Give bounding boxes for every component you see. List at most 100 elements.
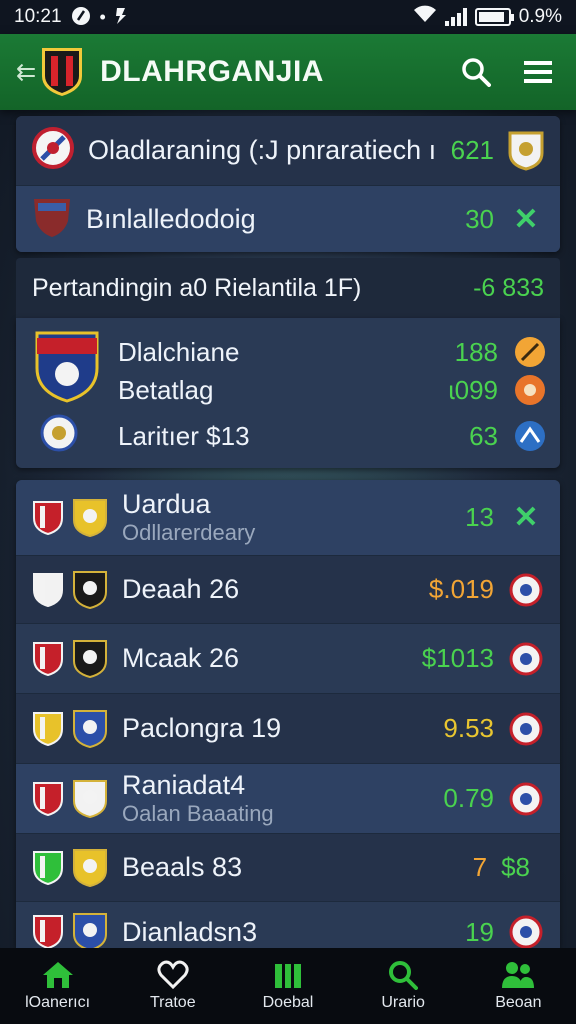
team-crest-icon xyxy=(508,641,544,677)
nav-label: Urario xyxy=(381,994,425,1011)
match-value: 9.53 xyxy=(443,713,494,743)
ball-icon xyxy=(512,334,548,370)
feature-row: Laritıer $13 63 xyxy=(118,416,548,456)
match-value: 7 xyxy=(472,852,488,882)
search-icon xyxy=(462,58,491,87)
signal-icon xyxy=(444,8,467,26)
stats-icon xyxy=(274,964,301,988)
match-title: Uardua xyxy=(122,489,211,519)
match-value: 0.79 xyxy=(443,783,494,813)
team-crest-icon xyxy=(508,781,544,817)
match-row[interactable]: Deaah 26 $.019 xyxy=(16,556,560,624)
feature-row-title: Betatlag xyxy=(118,374,214,405)
top-row[interactable]: Oladlaraning (:J pnraratiech ı 621 xyxy=(16,116,560,186)
feature-row-value: ɩ099 xyxy=(448,374,498,405)
feature-row-title: Laritıer $13 xyxy=(118,420,250,451)
home-team-crest-icon xyxy=(33,500,63,535)
nav-label: Tratoe xyxy=(149,994,196,1011)
search-button[interactable] xyxy=(454,50,498,94)
nav-item-search[interactable]: Urario xyxy=(348,960,458,1012)
battery-text: 0.9% xyxy=(518,6,562,27)
status-time: 10:21 xyxy=(14,6,62,27)
match-row[interactable]: Raniadat4 Oalan Baaating 0.79 xyxy=(16,764,560,834)
top-row[interactable]: Bınlalledodoig 30 ✕ xyxy=(16,186,560,252)
match-value: 13 xyxy=(465,502,494,532)
battery-icon xyxy=(474,8,514,26)
match-value-secondary: $8 xyxy=(501,852,530,882)
team-crest-icon xyxy=(508,914,544,948)
nav-item-stats[interactable]: Doebal xyxy=(233,960,343,1012)
notification-icon xyxy=(70,5,92,30)
close-icon[interactable]: ✕ xyxy=(508,500,544,536)
wifi-icon xyxy=(413,5,437,29)
match-value: 19 xyxy=(465,916,494,947)
match-row[interactable]: Dianladsn3 19 xyxy=(16,902,560,948)
close-icon[interactable]: ✕ xyxy=(508,201,544,237)
bottom-nav: lOanerıcı Tratoe Doebal Urario Beoan xyxy=(0,948,576,1024)
top-card: Oladlaraning (:J pnraratiech ı 621 Bınla… xyxy=(16,116,560,252)
match-list: Uardua Odllarerdeary 13 ✕ Deaah 26 $.019 Mcaak… xyxy=(16,480,560,948)
home-team-crest-icon xyxy=(33,572,63,607)
status-bar: 10:21 • 0.9% xyxy=(0,0,576,34)
app-bar: ⇇ DLAHRGANJIA xyxy=(0,34,576,110)
home-team-crest-icon xyxy=(33,850,63,885)
menu-icon xyxy=(524,61,552,83)
badge-icon xyxy=(40,414,78,457)
away-team-crest-icon xyxy=(73,639,107,678)
ball-icon xyxy=(512,418,548,454)
heart-icon xyxy=(157,960,189,990)
row-value: 30 xyxy=(465,203,494,234)
section-title: Pertandingin a0 Rielantila 1F) xyxy=(32,273,362,302)
match-row[interactable]: Beaals 83 7 $8 xyxy=(16,834,560,902)
feature-row: Betatlag ɩ099 xyxy=(118,370,548,410)
row-title: Bınlalledodoig xyxy=(86,203,256,234)
home-team-crest-icon xyxy=(33,641,63,676)
match-title: Paclongra 19 xyxy=(122,713,282,743)
team-crest-icon xyxy=(508,711,544,747)
team-crest-icon xyxy=(508,572,544,608)
away-team-crest-icon xyxy=(73,570,107,609)
section-header: Pertandingin a0 Rielantila 1F) -6 833 xyxy=(16,258,560,318)
search-icon xyxy=(389,961,419,990)
match-title: Deaah 26 xyxy=(122,574,240,604)
match-text: Uardua Odllarerdeary xyxy=(122,489,465,546)
team-crest-icon xyxy=(32,195,72,244)
away-team-crest-icon xyxy=(73,498,107,537)
nav-item-people[interactable]: Beoan xyxy=(463,960,573,1012)
battery-level xyxy=(478,12,504,22)
row-title: Oladlaraning (:J pnraratiech ı xyxy=(88,135,437,165)
away-team-crest-icon xyxy=(73,848,107,887)
ball-icon xyxy=(512,372,548,408)
status-right: 0.9% xyxy=(413,5,562,29)
nav-item-favorites[interactable]: Tratoe xyxy=(118,960,228,1012)
team-crest-icon xyxy=(508,131,544,171)
match-row[interactable]: Paclongra 19 9.53 xyxy=(16,694,560,764)
home-icon xyxy=(42,962,73,988)
team-crest-icon xyxy=(32,125,74,176)
feature-card[interactable]: Dlalchiane 188 Betatlag ɩ099 Laritıer $1… xyxy=(16,318,560,468)
featured-team-crest-icon xyxy=(34,330,100,409)
people-icon xyxy=(502,962,535,988)
match-title: Raniadat4 xyxy=(122,770,246,800)
row-value: 621 xyxy=(450,135,494,165)
match-row[interactable]: Mcaak 26 $1013 xyxy=(16,624,560,694)
away-team-crest-icon xyxy=(73,709,107,748)
nav-label: Doebal xyxy=(262,994,314,1011)
match-title: Beaals 83 xyxy=(122,852,243,882)
nav-item-home[interactable]: lOanerıcı xyxy=(3,960,113,1012)
status-left: 10:21 • xyxy=(14,5,128,30)
app-logo-crest xyxy=(40,46,84,98)
back-arrow-icon[interactable]: ⇇ xyxy=(16,58,36,87)
feature-row: Dlalchiane 188 xyxy=(118,332,548,372)
match-text: Mcaak 26 xyxy=(122,643,422,674)
feature-row-title: Dlalchiane xyxy=(118,336,240,367)
match-value: $.019 xyxy=(428,574,494,604)
match-subtitle: Odllarerdeary xyxy=(122,520,256,545)
match-title: Mcaak 26 xyxy=(122,643,240,673)
menu-button[interactable] xyxy=(516,50,560,94)
app-title: DLAHRGANJIA xyxy=(100,55,324,88)
match-row[interactable]: Uardua Odllarerdeary 13 ✕ xyxy=(16,480,560,556)
nav-label: Beoan xyxy=(495,994,542,1011)
section-value: -6 833 xyxy=(473,273,544,302)
app-notification-icon xyxy=(114,6,128,29)
